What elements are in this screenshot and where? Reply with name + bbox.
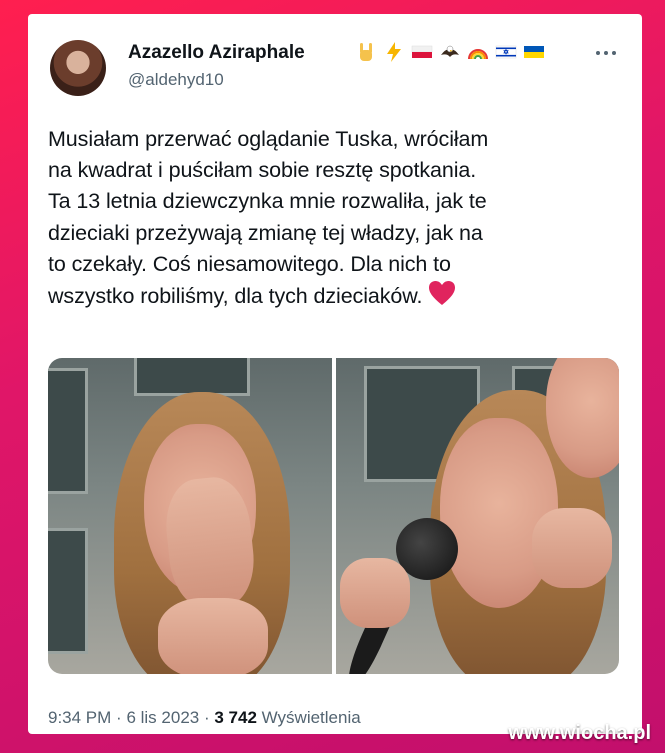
ukraine-flag-icon [524,46,544,58]
poland-flag-icon [411,45,433,58]
views-count: 3 742 [214,708,257,727]
eagle-icon [441,45,459,57]
metal-hand-icon [360,43,372,61]
display-name[interactable]: Azazello Aziraphale [128,42,305,64]
photo-right[interactable] [335,358,619,674]
separator-dot: · [203,708,210,727]
photo-left[interactable] [48,358,332,674]
name-badges [355,39,545,65]
more-options-icon[interactable] [596,48,620,58]
tweet-meta: 9:34 PM · 6 lis 2023 · 3 742 Wyświetleni… [48,708,361,728]
separator-dot: · [116,708,122,727]
red-heart-icon [429,281,456,306]
tweet-text-body: Musiałam przerwać oglądanie Tuska, wróci… [48,127,489,309]
tweet-card: Azazello Aziraphale @aldehyd10 Musiałam … [28,14,642,734]
israel-flag-icon [495,45,517,59]
lightning-icon [387,42,401,62]
user-handle[interactable]: @aldehyd10 [128,70,224,90]
tweet-date[interactable]: 6 lis 2023 [126,708,199,727]
site-watermark: www.wiocha.pl [508,722,651,744]
tweet-text: Musiałam przerwać oglądanie Tuska, wróci… [48,124,618,312]
views-label: Wyświetlenia [261,708,361,727]
media-gallery[interactable] [48,358,619,674]
avatar[interactable] [50,40,106,96]
rainbow-icon [468,49,488,60]
tweet-time[interactable]: 9:34 PM [48,708,111,727]
